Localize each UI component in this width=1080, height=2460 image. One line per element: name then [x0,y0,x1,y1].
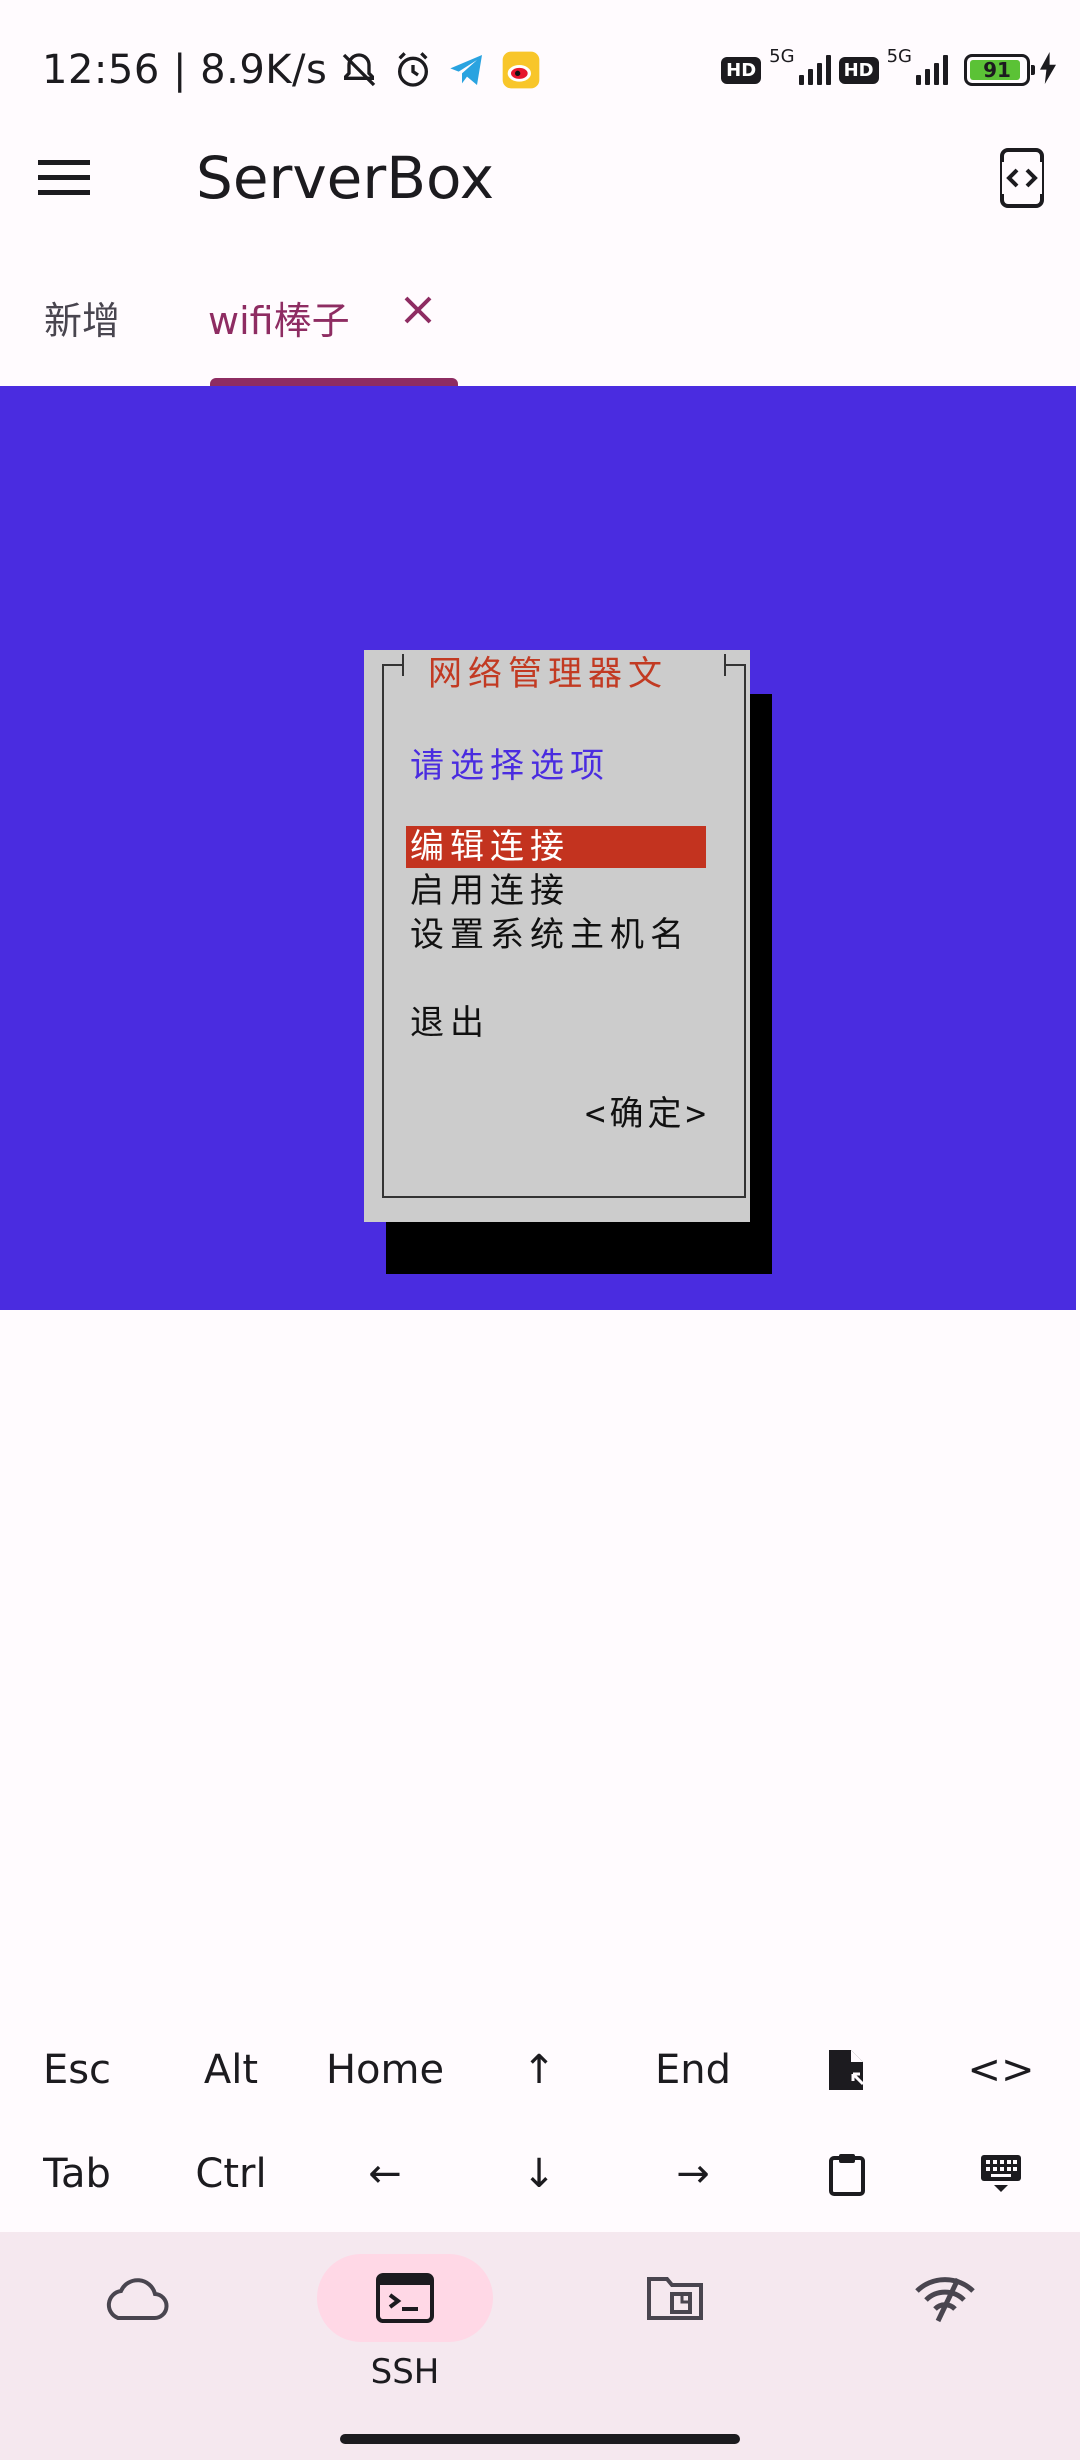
option-activate-connection[interactable]: 启用连接 [406,870,570,912]
network-type-1: 5G [769,45,795,67]
battery-level: 91 [983,58,1011,82]
key-file[interactable] [770,2020,924,2120]
close-icon [404,296,432,324]
dialog-title-tick-right [724,654,726,676]
extra-keys: Esc Alt Home ↑ End <> Tab Ctrl ← ↓ → [0,2020,1080,2232]
menu-button[interactable] [30,144,98,212]
dialog-border-top-right [724,664,746,666]
nav-files-indicator [587,2254,763,2342]
terminal-view[interactable]: 网络管理器文 请选择选项 编辑连接 启用连接 设置系统主机名 退出 <确定> [0,386,1076,1310]
signal-icon-2 [916,55,948,85]
battery-icon: 91 [964,54,1035,86]
nmtui-dialog: 网络管理器文 请选择选项 编辑连接 启用连接 设置系统主机名 退出 <确定> [364,650,750,1222]
signal-icon [798,55,831,85]
dialog-border-top-left [382,664,404,666]
key-left[interactable]: ← [308,2124,462,2224]
key-clipboard[interactable] [770,2124,924,2224]
keyboard-icon [981,2155,1021,2192]
hd-badge-2: HD [838,56,879,84]
key-esc[interactable]: Esc [0,2020,154,2120]
option-edit-connection[interactable]: 编辑连接 [406,826,706,868]
nav-servers[interactable] [0,2254,270,2414]
dialog-prompt: 请选择选项 [410,746,610,786]
nav-servers-indicator [47,2254,223,2342]
key-alt[interactable]: Alt [154,2020,308,2120]
menu-icon [38,160,90,195]
option-quit[interactable]: 退出 [406,1002,490,1044]
status-bar: 12:56 | 8.9K/s HD 5G HD 5G 91 [0,0,1080,130]
charging-icon [1038,52,1058,88]
key-right[interactable]: → [616,2124,770,2224]
tab-close-button[interactable] [392,284,444,336]
extra-keys-row-2: Tab Ctrl ← ↓ → [0,2124,1080,2224]
tab-bar: 新增 wifi棒子 [0,270,1080,386]
terminal-icon [376,2273,434,2323]
key-ctrl[interactable]: Ctrl [154,2124,308,2224]
dialog-title-tick-left [402,654,404,676]
bottom-navigation: SSH [0,2232,1080,2460]
extra-keys-row-1: Esc Alt Home ↑ End <> [0,2020,1080,2120]
key-code[interactable]: <> [924,2020,1078,2120]
nav-ssh[interactable]: SSH [270,2254,540,2414]
tab-new[interactable]: 新增 [44,290,120,345]
key-down[interactable]: ↓ [462,2124,616,2224]
wifi-icon [915,2277,975,2323]
key-home[interactable]: Home [308,2020,462,2120]
home-indicator[interactable] [340,2434,740,2444]
nav-ssh-indicator [317,2254,493,2342]
nav-network[interactable] [810,2254,1080,2414]
file-icon [829,2050,865,2090]
folder-icon [647,2277,703,2320]
app-bar: ServerBox [0,130,1080,226]
key-tab[interactable]: Tab [0,2124,154,2224]
nav-network-indicator [857,2254,1033,2342]
code-phone-icon [1000,148,1044,208]
clipboard-icon [829,2154,865,2196]
option-set-hostname[interactable]: 设置系统主机名 [406,914,690,956]
ok-button[interactable]: <确定> [585,1086,710,1135]
dialog-title: 网络管理器文 [428,654,668,694]
bell-muted-icon [337,48,381,92]
key-end[interactable]: End [616,2020,770,2120]
cloud-icon [106,2278,169,2320]
key-up[interactable]: ↑ [462,2020,616,2120]
status-time-speed: 12:56 | 8.9K/s [42,47,328,93]
alarm-icon [391,48,435,92]
nav-ssh-label: SSH [370,2352,440,2392]
telegram-icon [445,48,489,92]
app-title: ServerBox [196,144,495,212]
code-view-button[interactable] [986,142,1058,214]
tab-indicator [210,378,458,386]
weibo-icon [499,48,543,92]
tab-wifi[interactable]: wifi棒子 [208,290,350,345]
hd-badge: HD [721,56,762,84]
network-type-2: 5G [886,45,912,67]
key-keyboard[interactable] [924,2124,1078,2224]
nav-files[interactable] [540,2254,810,2414]
